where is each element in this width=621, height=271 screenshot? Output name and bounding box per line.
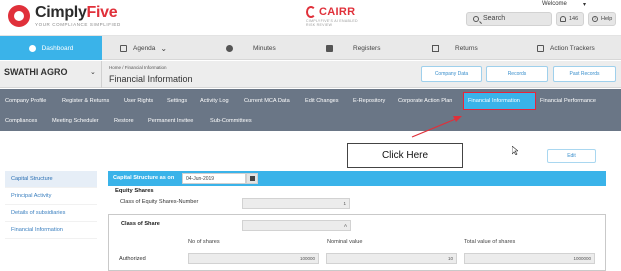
tab-permanent-invitee[interactable]: Permanent Invitee (148, 118, 193, 124)
authorized-label: Authorized (119, 256, 146, 262)
action-trackers-icon (537, 44, 544, 52)
returns-icon (432, 44, 439, 52)
past-records-button[interactable]: Past Records (553, 66, 616, 82)
tab-sub-committees[interactable]: Sub-Committees (210, 118, 252, 124)
sidebar: Capital Structure Principal Activity Det… (5, 171, 97, 239)
chevron-down-icon: ⌄ (160, 43, 168, 53)
sidebar-item-details-of-subsidiaries[interactable]: Details of subsidiaries (5, 205, 97, 222)
col-total-value: Total value of shares (464, 239, 516, 245)
help-label: Help (601, 16, 613, 22)
company-bar: SWATHI AGRO ⌄ Home / Financial Informati… (0, 61, 621, 88)
page-title: Financial Information (109, 74, 193, 84)
share-class-panel: Class of Share A No of shares Nominal va… (108, 214, 606, 271)
company-selector[interactable]: SWATHI AGRO (4, 67, 68, 77)
logo-name: CimplyFive (35, 4, 118, 21)
calendar-icon (250, 176, 255, 181)
class-of-share-label: Class of Share (121, 221, 160, 227)
tab-meeting-scheduler[interactable]: Meeting Scheduler (52, 118, 99, 124)
mouse-cursor-icon (512, 146, 518, 155)
tab-restore[interactable]: Restore (114, 118, 134, 124)
tab-e-repository[interactable]: E-Repository (353, 98, 385, 104)
tab-company-profile[interactable]: Company Profile (5, 98, 46, 104)
search-label: Search (483, 15, 506, 22)
main-nav: Dashboard Agenda ⌄ Minutes Registers Ret… (0, 36, 621, 60)
tab-compliances[interactable]: Compliances (5, 118, 37, 124)
equity-shares-title: Equity Shares (115, 188, 154, 194)
agenda-icon (120, 44, 127, 52)
tab-edit-changes[interactable]: Edit Changes (305, 98, 339, 104)
nav-returns[interactable]: Returns (432, 36, 478, 60)
dashboard-icon (28, 44, 36, 52)
sidebar-item-principal-activity[interactable]: Principal Activity (5, 188, 97, 205)
tab-financial-performance[interactable]: Financial Performance (540, 98, 596, 104)
tab-activity-log[interactable]: Activity Log (200, 98, 229, 104)
logo-tagline: YOUR COMPLIANCE SIMPLIFIED (35, 22, 121, 27)
help-button[interactable]: ? Help (588, 12, 616, 26)
tab-current-mca-data[interactable]: Current MCA Data (244, 98, 290, 104)
logo-icon (8, 5, 30, 27)
class-count-field[interactable]: 1 (242, 198, 350, 209)
col-nominal-value: Nominal value (327, 239, 363, 245)
cimplyfive-logo[interactable]: CimplyFive YOUR COMPLIANCE SIMPLIFIED (8, 5, 121, 28)
authorized-nominal-value[interactable]: 10 (326, 253, 457, 264)
class-count-label: Class of Equity Shares-Number (120, 199, 199, 205)
tab-user-rights[interactable]: User Rights (124, 98, 153, 104)
sidebar-item-capital-structure[interactable]: Capital Structure (5, 171, 97, 188)
notifications-button[interactable]: 146 (556, 12, 584, 26)
authorized-total-value[interactable]: 1000000 (464, 253, 595, 264)
company-chevron-icon[interactable]: ⌄ (90, 68, 96, 76)
tab-financial-information[interactable]: Financial Information (463, 92, 536, 110)
records-button[interactable]: Records (486, 66, 548, 82)
date-field[interactable]: 04-Jun-2019 (182, 173, 246, 184)
col-no-of-shares: No of shares (188, 239, 220, 245)
cairr-icon (306, 6, 316, 18)
divider (101, 61, 102, 88)
class-of-share-field[interactable]: A (242, 220, 351, 231)
bell-icon (560, 16, 566, 22)
tab-register-returns[interactable]: Register & Returns (62, 98, 109, 104)
search-button[interactable]: Search (466, 12, 552, 26)
top-bar: CimplyFive YOUR COMPLIANCE SIMPLIFIED CA… (0, 0, 621, 36)
cairr-logo[interactable]: CAIRR CIMPLYFIVE'S AI ENABLED RISK REVIE… (306, 6, 358, 27)
help-icon: ? (592, 16, 598, 22)
click-here-callout: Click Here (347, 143, 463, 168)
capital-structure-label: Capital Structure as on (113, 175, 175, 181)
edit-button[interactable]: Edit (547, 149, 596, 163)
registers-icon (326, 44, 333, 52)
authorized-no-of-shares[interactable]: 100000 (188, 253, 319, 264)
user-menu-caret-icon[interactable]: ▾ (583, 1, 586, 8)
cairr-name: CAIRR (319, 6, 356, 18)
notification-count: 146 (569, 16, 579, 22)
tab-settings[interactable]: Settings (167, 98, 187, 104)
welcome-text: Welcome (542, 1, 567, 7)
cairr-tagline: CIMPLYFIVE'S AI ENABLED RISK REVIEW (306, 19, 358, 27)
company-data-button[interactable]: Company Data (421, 66, 482, 82)
capital-structure-header: Capital Structure as on 04-Jun-2019 (108, 171, 606, 186)
search-icon (473, 16, 479, 22)
breadcrumb[interactable]: Home / Financial Information (109, 65, 167, 70)
nav-minutes[interactable]: Minutes (226, 36, 276, 60)
nav-action-trackers[interactable]: Action Trackers (537, 36, 595, 60)
nav-agenda[interactable]: Agenda ⌄ (120, 36, 167, 60)
nav-dashboard[interactable]: Dashboard (0, 36, 102, 60)
nav-registers[interactable]: Registers (326, 36, 380, 60)
minutes-icon (226, 44, 233, 52)
calendar-button[interactable] (246, 173, 258, 184)
tab-corporate-action-plan[interactable]: Corporate Action Plan (398, 98, 452, 104)
module-tabs: Company Profile Register & Returns User … (0, 89, 621, 131)
sidebar-item-financial-information[interactable]: Financial Information (5, 222, 97, 239)
